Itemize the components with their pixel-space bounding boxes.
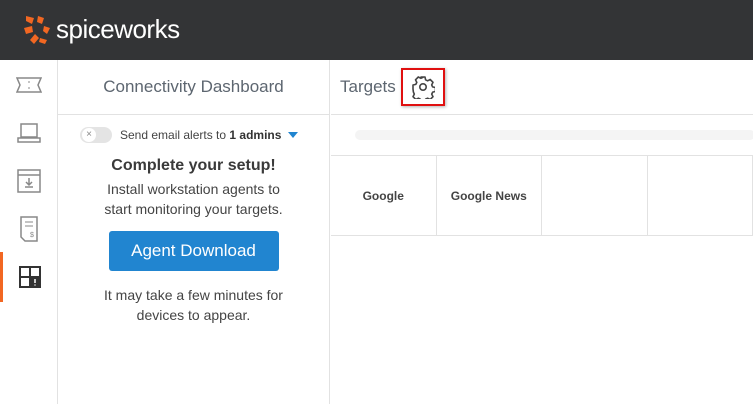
note-line-2: devices to appear. — [136, 307, 251, 323]
dashboard-alert-icon — [19, 266, 41, 288]
alerts-label: Send email alerts to — [120, 128, 227, 142]
targets-header: Targets — [331, 60, 753, 115]
note-line-1: It may take a few minutes for — [104, 287, 283, 303]
setup-line-2: start monitoring your targets. — [104, 201, 283, 217]
panel-title: Connectivity Dashboard — [58, 60, 329, 115]
sidebar-item-purchasing[interactable]: $ — [0, 204, 57, 254]
gear-icon — [411, 76, 435, 99]
target-tile[interactable]: Google News — [437, 156, 542, 235]
connectivity-panel: Connectivity Dashboard × Send email aler… — [58, 60, 330, 404]
email-alerts-row: × Send email alerts to 1 admins — [58, 115, 329, 155]
top-bar: spiceworks — [0, 0, 753, 60]
setup-note: It may take a few minutes for devices to … — [58, 285, 329, 325]
targets-settings-button[interactable] — [400, 68, 445, 106]
targets-title: Targets — [340, 77, 396, 96]
target-tile[interactable]: Google — [331, 156, 437, 235]
sidebar-item-downloads[interactable] — [0, 156, 57, 206]
invoice-icon: $ — [19, 216, 38, 242]
setup-description: Install workstation agents to start monit… — [58, 179, 329, 219]
toggle-off-icon: × — [82, 128, 96, 142]
brand-name: spiceworks — [56, 13, 180, 44]
targets-list: Google Google News — [331, 155, 753, 236]
setup-line-1: Install workstation agents to — [107, 181, 280, 197]
spiceworks-logo-icon — [24, 16, 50, 44]
download-icon — [16, 169, 41, 193]
chevron-down-icon[interactable] — [288, 132, 299, 138]
sidebar-item-connectivity[interactable] — [0, 252, 57, 302]
sidebar-item-tickets[interactable] — [0, 60, 57, 110]
laptop-icon — [16, 123, 41, 143]
ticket-icon — [15, 77, 42, 93]
target-tile[interactable] — [542, 156, 648, 235]
targets-panel: Targets Google Google News — [331, 60, 753, 404]
admins-count[interactable]: 1 admins — [229, 128, 281, 142]
sidebar: $ — [0, 60, 58, 404]
targets-search-bar — [355, 130, 753, 140]
target-tile[interactable] — [648, 156, 753, 235]
sidebar-item-inventory[interactable] — [0, 108, 57, 158]
setup-card: Complete your setup! Install workstation… — [58, 157, 329, 325]
agent-download-button[interactable]: Agent Download — [108, 231, 279, 271]
spiceworks-logo[interactable]: spiceworks — [22, 12, 180, 46]
svg-text:$: $ — [30, 232, 34, 239]
email-alerts-toggle[interactable]: × — [80, 127, 112, 143]
setup-heading: Complete your setup! — [111, 157, 276, 174]
